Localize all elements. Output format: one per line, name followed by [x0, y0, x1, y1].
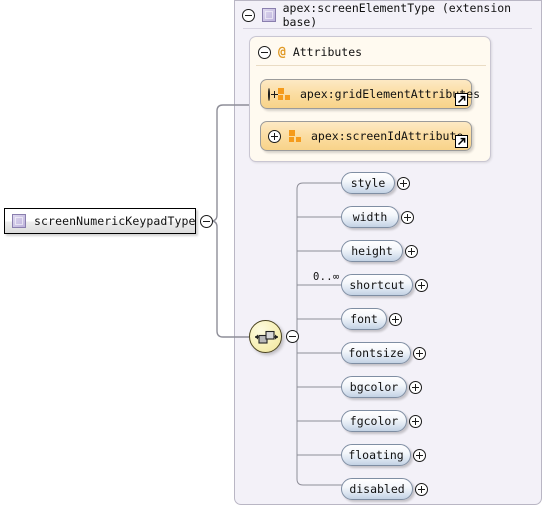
element-label: fgcolor — [349, 414, 399, 428]
element-label: bgcolor — [349, 380, 399, 394]
external-link-icon[interactable] — [455, 135, 468, 148]
element-fgcolor[interactable]: fgcolor — [341, 410, 407, 432]
element-width[interactable]: width — [341, 206, 399, 228]
element-fontsize[interactable]: fontsize — [341, 342, 411, 364]
attribute-group-grid-element[interactable]: apex:gridElementAttributes — [260, 79, 480, 109]
expand-plus-icon[interactable] — [389, 313, 402, 326]
attributes-group: @ Attributes apex:gridElementAttributes … — [249, 36, 491, 162]
element-style[interactable]: style — [341, 172, 395, 194]
expand-plus-icon[interactable] — [415, 279, 428, 292]
extension-base-header: apex:screenElementType (extension base) — [242, 1, 543, 29]
attributes-divider — [256, 65, 486, 66]
complex-type-icon — [12, 214, 26, 228]
expand-plus-icon[interactable] — [397, 177, 410, 190]
expand-plus-icon[interactable] — [405, 245, 418, 258]
expand-plus-icon[interactable] — [413, 449, 426, 462]
element-font[interactable]: font — [341, 308, 387, 330]
element-label: height — [351, 244, 393, 258]
attribute-group-label: apex:screenIdAttribute — [311, 129, 464, 143]
expand-plus-icon[interactable] — [415, 483, 428, 496]
schema-diagram-canvas: apex:screenElementType (extension base) … — [0, 0, 543, 512]
attributes-header: @ Attributes — [258, 43, 362, 61]
cardinality-shortcut: 0..∞ — [313, 271, 340, 283]
sequence-icon — [255, 330, 278, 344]
complex-type-icon — [261, 8, 276, 22]
attribute-group-icon — [278, 88, 292, 100]
element-floating[interactable]: floating — [341, 444, 411, 466]
collapse-minus-icon[interactable] — [258, 45, 271, 59]
element-label: style — [350, 176, 386, 190]
external-link-icon[interactable] — [455, 93, 468, 106]
element-disabled[interactable]: disabled — [341, 478, 413, 500]
element-label: disabled — [349, 482, 405, 496]
element-bgcolor[interactable]: bgcolor — [341, 376, 407, 398]
element-shortcut[interactable]: shortcut — [341, 274, 413, 296]
at-sign-icon: @ — [278, 44, 286, 60]
element-label: width — [352, 210, 388, 224]
element-label: font — [350, 312, 378, 326]
attributes-label: Attributes — [292, 45, 363, 59]
expand-plus-icon[interactable] — [413, 347, 426, 360]
expand-plus-icon[interactable] — [401, 211, 414, 224]
expand-plus-icon[interactable] — [409, 381, 422, 394]
extension-base-label: apex:screenElementType (extension base) — [282, 1, 512, 29]
root-collapse-minus-icon[interactable] — [200, 215, 213, 228]
element-height[interactable]: height — [341, 240, 403, 262]
attribute-group-icon — [289, 130, 303, 142]
element-label: fontsize — [348, 346, 404, 360]
collapse-minus-icon[interactable] — [242, 8, 255, 22]
attribute-group-screen-id[interactable]: apex:screenIdAttribute — [260, 121, 472, 151]
element-label: floating — [348, 448, 404, 462]
element-label: shortcut — [349, 278, 405, 292]
expand-plus-icon[interactable] — [409, 415, 422, 428]
expand-plus-icon[interactable] — [268, 87, 278, 101]
sequence-collapse-minus-icon[interactable] — [286, 330, 299, 343]
header-divider — [243, 28, 532, 29]
attribute-group-label: apex:gridElementAttributes — [300, 87, 481, 101]
sequence-compositor[interactable] — [249, 320, 282, 353]
root-type-node[interactable]: screenNumericKeypadType — [4, 208, 196, 234]
root-type-label: screenNumericKeypadType — [34, 214, 196, 228]
expand-plus-icon[interactable] — [268, 129, 281, 143]
